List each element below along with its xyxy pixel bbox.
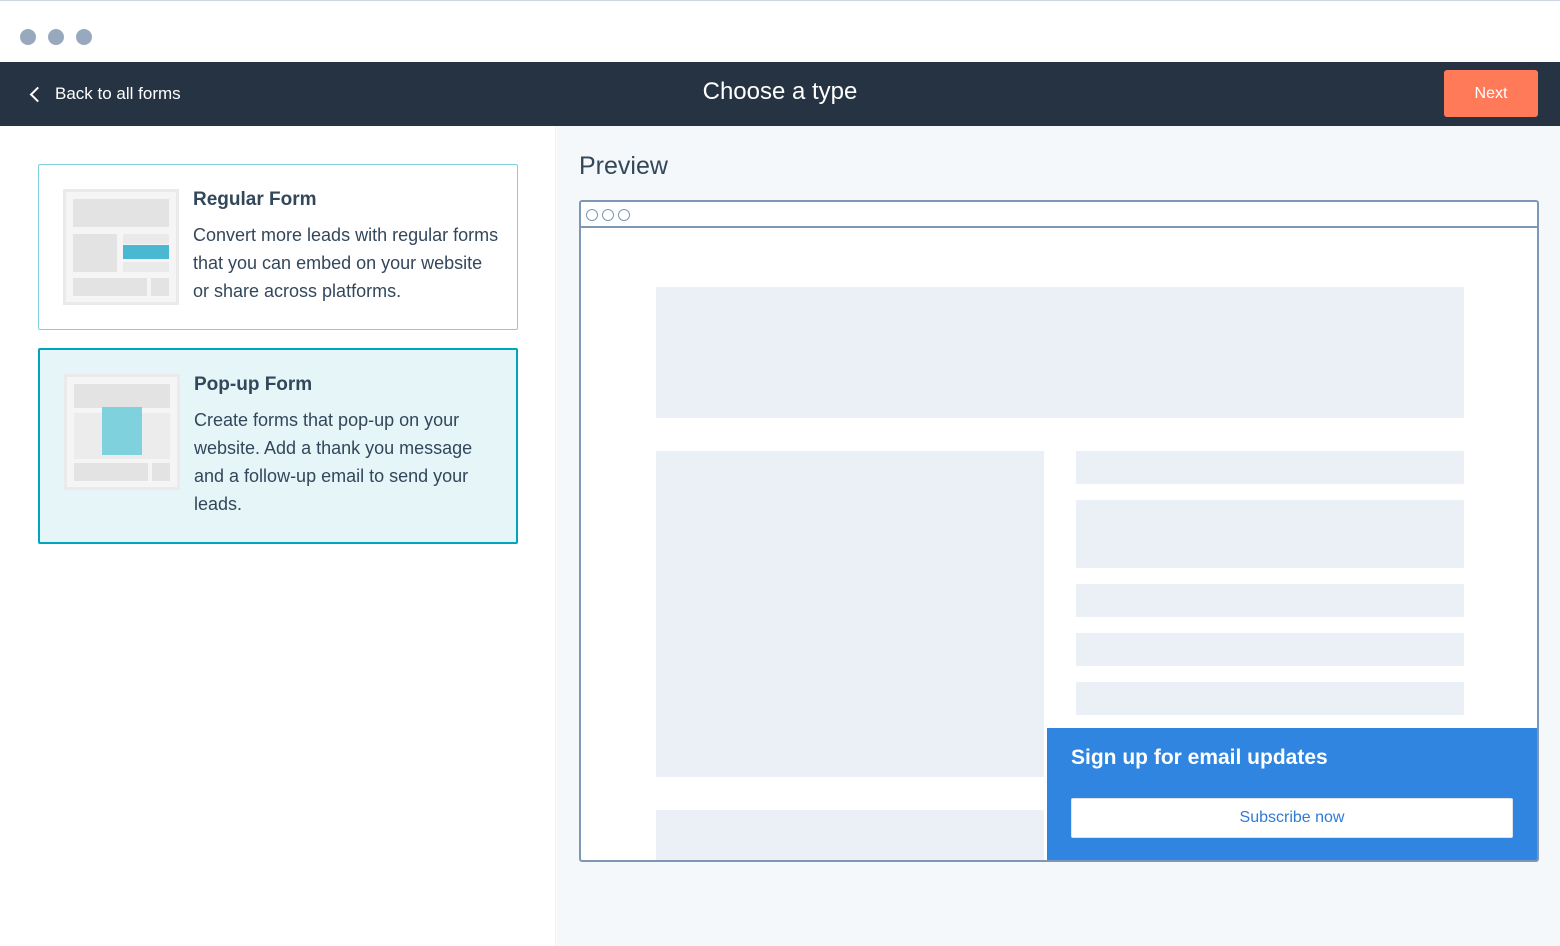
form-type-card-popup[interactable]: Pop-up Form Create forms that pop-up on … [38,348,518,544]
window-chrome [0,0,1560,62]
form-type-card-regular[interactable]: Regular Form Convert more leads with reg… [38,164,518,330]
card-description: Convert more leads with regular forms th… [193,225,499,301]
popup-heading: Sign up for email updates [1071,746,1328,769]
preview-dot-icon [618,209,630,221]
next-button[interactable]: Next [1444,70,1538,117]
placeholder-image [656,451,1044,777]
embed-form-icon [123,245,169,259]
page-title: Choose a type [702,78,858,105]
placeholder-line [1076,633,1464,666]
subscribe-now-button[interactable]: Subscribe now [1071,798,1513,838]
preview-browser-window: Sign up for email updates Subscribe now [579,200,1539,862]
preview-browser-bar [581,202,1537,228]
popup-form-thumbnail [64,374,180,490]
preview-dot-icon [602,209,614,221]
form-type-list: Regular Form Convert more leads with reg… [0,126,556,946]
popup-form-preview: Sign up for email updates Subscribe now [1047,728,1537,860]
window-minimize-dot[interactable] [48,29,64,45]
placeholder-line [1076,682,1464,715]
placeholder-hero [656,287,1464,418]
placeholder-line [1076,584,1464,617]
placeholder-footer [656,810,1044,860]
regular-form-thumbnail [63,189,179,305]
preview-title: Preview [579,152,668,180]
preview-dot-icon [586,209,598,221]
card-title: Pop-up Form [194,374,313,395]
window-maximize-dot[interactable] [76,29,92,45]
placeholder-line [1076,451,1464,484]
popup-form-icon [102,407,142,455]
preview-panel: Preview Sign up for email updates Subscr… [557,126,1560,946]
card-description: Create forms that pop-up on your website… [194,410,473,514]
card-title: Regular Form [193,189,317,210]
window-close-dot[interactable] [20,29,36,45]
header-bar: Back to all forms Choose a type Next [0,62,1560,126]
placeholder-block [1076,500,1464,568]
